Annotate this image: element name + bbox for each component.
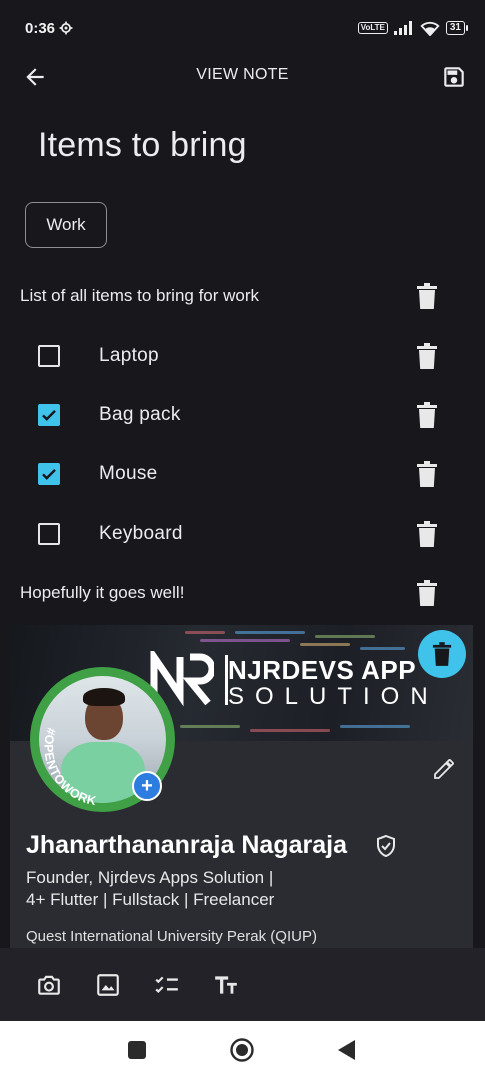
checklist-item-label[interactable]: Keyboard	[99, 523, 183, 545]
add-photo-button[interactable]: +	[132, 771, 162, 801]
checkbox-checked[interactable]	[38, 463, 60, 485]
text-block-content[interactable]: Hopefully it goes well!	[20, 583, 184, 603]
checklist-item: Laptop	[0, 330, 485, 382]
status-bar: 0:36 VoLTE 31	[0, 0, 485, 56]
trash-icon[interactable]	[416, 402, 438, 428]
note-text-block: Hopefully it goes well!	[0, 567, 485, 619]
note-text-block: List of all items to bring for work	[0, 270, 485, 322]
delete-image-button[interactable]	[418, 630, 466, 678]
opentowork-badge: #OPENTOWORK	[41, 726, 97, 808]
page-title: VIEW NOTE	[196, 66, 289, 83]
note-title[interactable]: Items to bring	[38, 126, 247, 165]
checkbox-unchecked[interactable]	[38, 345, 60, 367]
battery-indicator: 31	[445, 21, 469, 35]
checklist-item-label[interactable]: Laptop	[99, 345, 159, 367]
verified-shield-icon	[377, 834, 395, 858]
checklist-item: Mouse	[0, 448, 485, 500]
trash-icon	[432, 642, 452, 666]
volte-badge: VoLTE	[357, 22, 388, 34]
checklist-icon[interactable]	[154, 972, 180, 998]
code-line-decoration	[185, 631, 225, 634]
save-icon[interactable]	[441, 64, 467, 90]
wifi-icon	[420, 21, 440, 36]
banner-brand-name: NJRDEVS APP	[228, 655, 417, 685]
app-bar: VIEW NOTE	[0, 56, 485, 98]
home-circle-icon[interactable]	[230, 1038, 254, 1062]
image-icon[interactable]	[95, 972, 121, 998]
status-time: 0:36	[25, 19, 56, 37]
checkbox-checked[interactable]	[38, 404, 60, 426]
code-line-decoration	[235, 631, 305, 634]
status-right: VoLTE 31	[357, 21, 469, 36]
back-triangle-icon[interactable]	[338, 1040, 356, 1060]
code-line-decoration	[340, 725, 410, 728]
banner-brand-sub: SOLUTION	[228, 683, 439, 710]
headline-line: 4+ Flutter | Fullstack | Freelancer	[26, 890, 275, 909]
checklist-item-label[interactable]: Mouse	[99, 463, 158, 485]
trash-icon[interactable]	[416, 580, 438, 606]
bottom-toolbar	[0, 948, 485, 1021]
check-icon	[42, 410, 56, 421]
trash-icon[interactable]	[416, 521, 438, 547]
tag-chip-work[interactable]: Work	[25, 202, 107, 248]
code-line-decoration	[180, 725, 240, 728]
signal-icon	[393, 21, 412, 35]
trash-icon[interactable]	[416, 461, 438, 487]
recents-square-icon[interactable]	[128, 1041, 146, 1059]
check-icon	[42, 469, 56, 480]
text-format-icon[interactable]	[213, 972, 239, 998]
settings-gear-icon	[59, 21, 73, 35]
code-line-decoration	[200, 639, 290, 642]
status-left: 0:36	[25, 20, 73, 37]
code-line-decoration	[315, 635, 375, 638]
svg-text:#OPENTOWORK: #OPENTOWORK	[41, 726, 97, 808]
profile-headline: Founder, Njrdevs Apps Solution | 4+ Flut…	[26, 867, 274, 911]
trash-icon[interactable]	[416, 283, 438, 309]
checkbox-unchecked[interactable]	[38, 523, 60, 545]
code-line-decoration	[360, 647, 405, 650]
checklist-item: Keyboard	[0, 508, 485, 560]
text-block-content[interactable]: List of all items to bring for work	[20, 286, 259, 306]
camera-icon[interactable]	[36, 972, 62, 998]
edit-pencil-icon[interactable]	[432, 757, 456, 781]
system-nav-bar	[0, 1021, 485, 1080]
profile-name: Jhanarthananraja Nagaraja	[26, 831, 347, 859]
headline-line: Founder, Njrdevs Apps Solution |	[26, 868, 274, 887]
code-line-decoration	[250, 729, 330, 732]
image-block[interactable]: NJRDEVS APP SOLUTION #OPENTOWORK + Jhana…	[10, 625, 473, 948]
checklist-item-label[interactable]: Bag pack	[99, 404, 181, 426]
checklist-item: Bag pack	[0, 389, 485, 441]
profile-school: Quest International University Perak (QI…	[26, 928, 317, 945]
code-line-decoration	[300, 643, 350, 646]
trash-icon[interactable]	[416, 343, 438, 369]
